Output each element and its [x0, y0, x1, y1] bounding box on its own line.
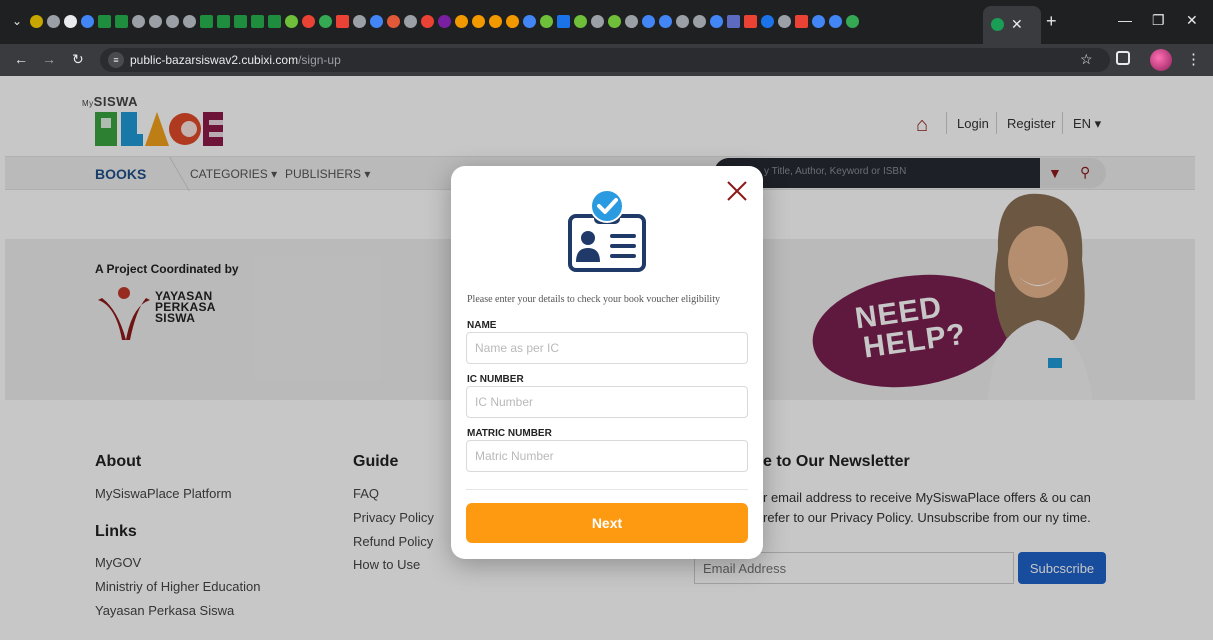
ic-number-input[interactable]: [466, 386, 748, 418]
window-close-icon[interactable]: ✕: [1186, 12, 1198, 29]
tab-favicon-icon[interactable]: [217, 15, 230, 28]
tab-favicon-icon[interactable]: [642, 15, 655, 28]
modal-divider: [466, 489, 748, 490]
matric-number-label: MATRIC NUMBER: [467, 428, 552, 439]
tab-favicon-icon[interactable]: [234, 15, 247, 28]
tab-favicon-icon[interactable]: [285, 15, 298, 28]
tab-favicon-icon[interactable]: [302, 15, 315, 28]
tab-favicon-icon[interactable]: [506, 15, 519, 28]
tab-favicon-icon[interactable]: [81, 15, 94, 28]
extensions-icon[interactable]: [1116, 51, 1130, 65]
next-button[interactable]: Next: [466, 503, 748, 543]
back-icon[interactable]: ←: [14, 51, 28, 67]
address-bar[interactable]: ≡ public-bazarsiswav2.cubixi.com/sign-up…: [100, 48, 1110, 72]
tab-favicon-icon[interactable]: [523, 15, 536, 28]
tab-favicon-icon[interactable]: [829, 15, 842, 28]
tab-favicon-icon[interactable]: [251, 15, 264, 28]
tab-favicon-icon[interactable]: [30, 15, 43, 28]
pinned-tab-favicons: [30, 13, 859, 31]
voucher-eligibility-modal: Please enter your details to check your …: [451, 166, 763, 559]
tab-favicon-icon[interactable]: [183, 15, 196, 28]
tab-favicon-icon[interactable]: [319, 15, 332, 28]
tab-close-icon[interactable]: ✕: [1011, 16, 1023, 33]
ic-number-label: IC NUMBER: [467, 374, 524, 385]
tab-favicon-icon[interactable]: [47, 15, 60, 28]
tab-favicon-icon[interactable]: [404, 15, 417, 28]
tab-favicon-icon[interactable]: [744, 15, 757, 28]
tab-favicon-icon[interactable]: [846, 15, 859, 28]
tab-favicon-icon[interactable]: [421, 15, 434, 28]
tab-favicon-icon[interactable]: [778, 15, 791, 28]
reload-icon[interactable]: ↻: [72, 51, 84, 68]
tab-favicon-icon[interactable]: [64, 15, 77, 28]
browser-toolbar: ← → ↻ ≡ public-bazarsiswav2.cubixi.com/s…: [0, 44, 1213, 76]
tab-favicon-icon[interactable]: [727, 15, 740, 28]
tab-favicon-icon[interactable]: [574, 15, 587, 28]
tab-favicon-icon[interactable]: [625, 15, 638, 28]
bookmark-star-icon[interactable]: ☆: [1080, 51, 1093, 68]
tab-favicon-icon[interactable]: [438, 15, 451, 28]
close-icon[interactable]: [726, 180, 748, 202]
tab-favicon-icon[interactable]: [149, 15, 162, 28]
tab-favicon-icon[interactable]: [132, 15, 145, 28]
browser-tab-strip: ⌄ ✕ + — ❐ ✕: [0, 0, 1213, 44]
tab-favicon-icon[interactable]: [710, 15, 723, 28]
tab-favicon-icon[interactable]: [200, 15, 213, 28]
name-input[interactable]: [466, 332, 748, 364]
forward-icon[interactable]: →: [42, 51, 56, 67]
tab-favicon-icon[interactable]: [455, 15, 468, 28]
tab-favicon-icon[interactable]: [676, 15, 689, 28]
tab-favicon-icon[interactable]: [557, 15, 570, 28]
tab-favicon-icon[interactable]: [387, 15, 400, 28]
tab-favicon-icon[interactable]: [608, 15, 621, 28]
tab-favicon-icon[interactable]: [472, 15, 485, 28]
tab-favicon-icon[interactable]: [353, 15, 366, 28]
active-tab-favicon-icon: [991, 18, 1004, 31]
new-tab-icon[interactable]: +: [1046, 11, 1057, 32]
tab-favicon-icon[interactable]: [115, 15, 128, 28]
tab-favicon-icon[interactable]: [336, 15, 349, 28]
tab-favicon-icon[interactable]: [795, 15, 808, 28]
modal-instruction: Please enter your details to check your …: [467, 294, 720, 305]
tab-favicon-icon[interactable]: [812, 15, 825, 28]
profile-avatar[interactable]: [1150, 49, 1172, 71]
name-label: NAME: [467, 320, 497, 331]
tab-favicon-icon[interactable]: [540, 15, 553, 28]
tab-favicon-icon[interactable]: [693, 15, 706, 28]
browser-menu-icon[interactable]: ⋮: [1186, 50, 1201, 68]
tab-favicon-icon[interactable]: [98, 15, 111, 28]
active-tab[interactable]: ✕: [983, 6, 1041, 44]
url-text: public-bazarsiswav2.cubixi.com/sign-up: [130, 53, 341, 67]
tab-search-dropdown-icon[interactable]: ⌄: [8, 12, 26, 30]
tab-favicon-icon[interactable]: [659, 15, 672, 28]
restore-icon[interactable]: ❐: [1152, 12, 1165, 29]
minimize-icon[interactable]: —: [1118, 12, 1132, 28]
tab-favicon-icon[interactable]: [489, 15, 502, 28]
tab-favicon-icon[interactable]: [166, 15, 179, 28]
tab-favicon-icon[interactable]: [761, 15, 774, 28]
tab-favicon-icon[interactable]: [591, 15, 604, 28]
site-info-icon[interactable]: ≡: [108, 52, 124, 68]
tab-favicon-icon[interactable]: [268, 15, 281, 28]
id-card-verified-icon: [568, 189, 646, 272]
tab-favicon-icon[interactable]: [370, 15, 383, 28]
matric-number-input[interactable]: [466, 440, 748, 472]
